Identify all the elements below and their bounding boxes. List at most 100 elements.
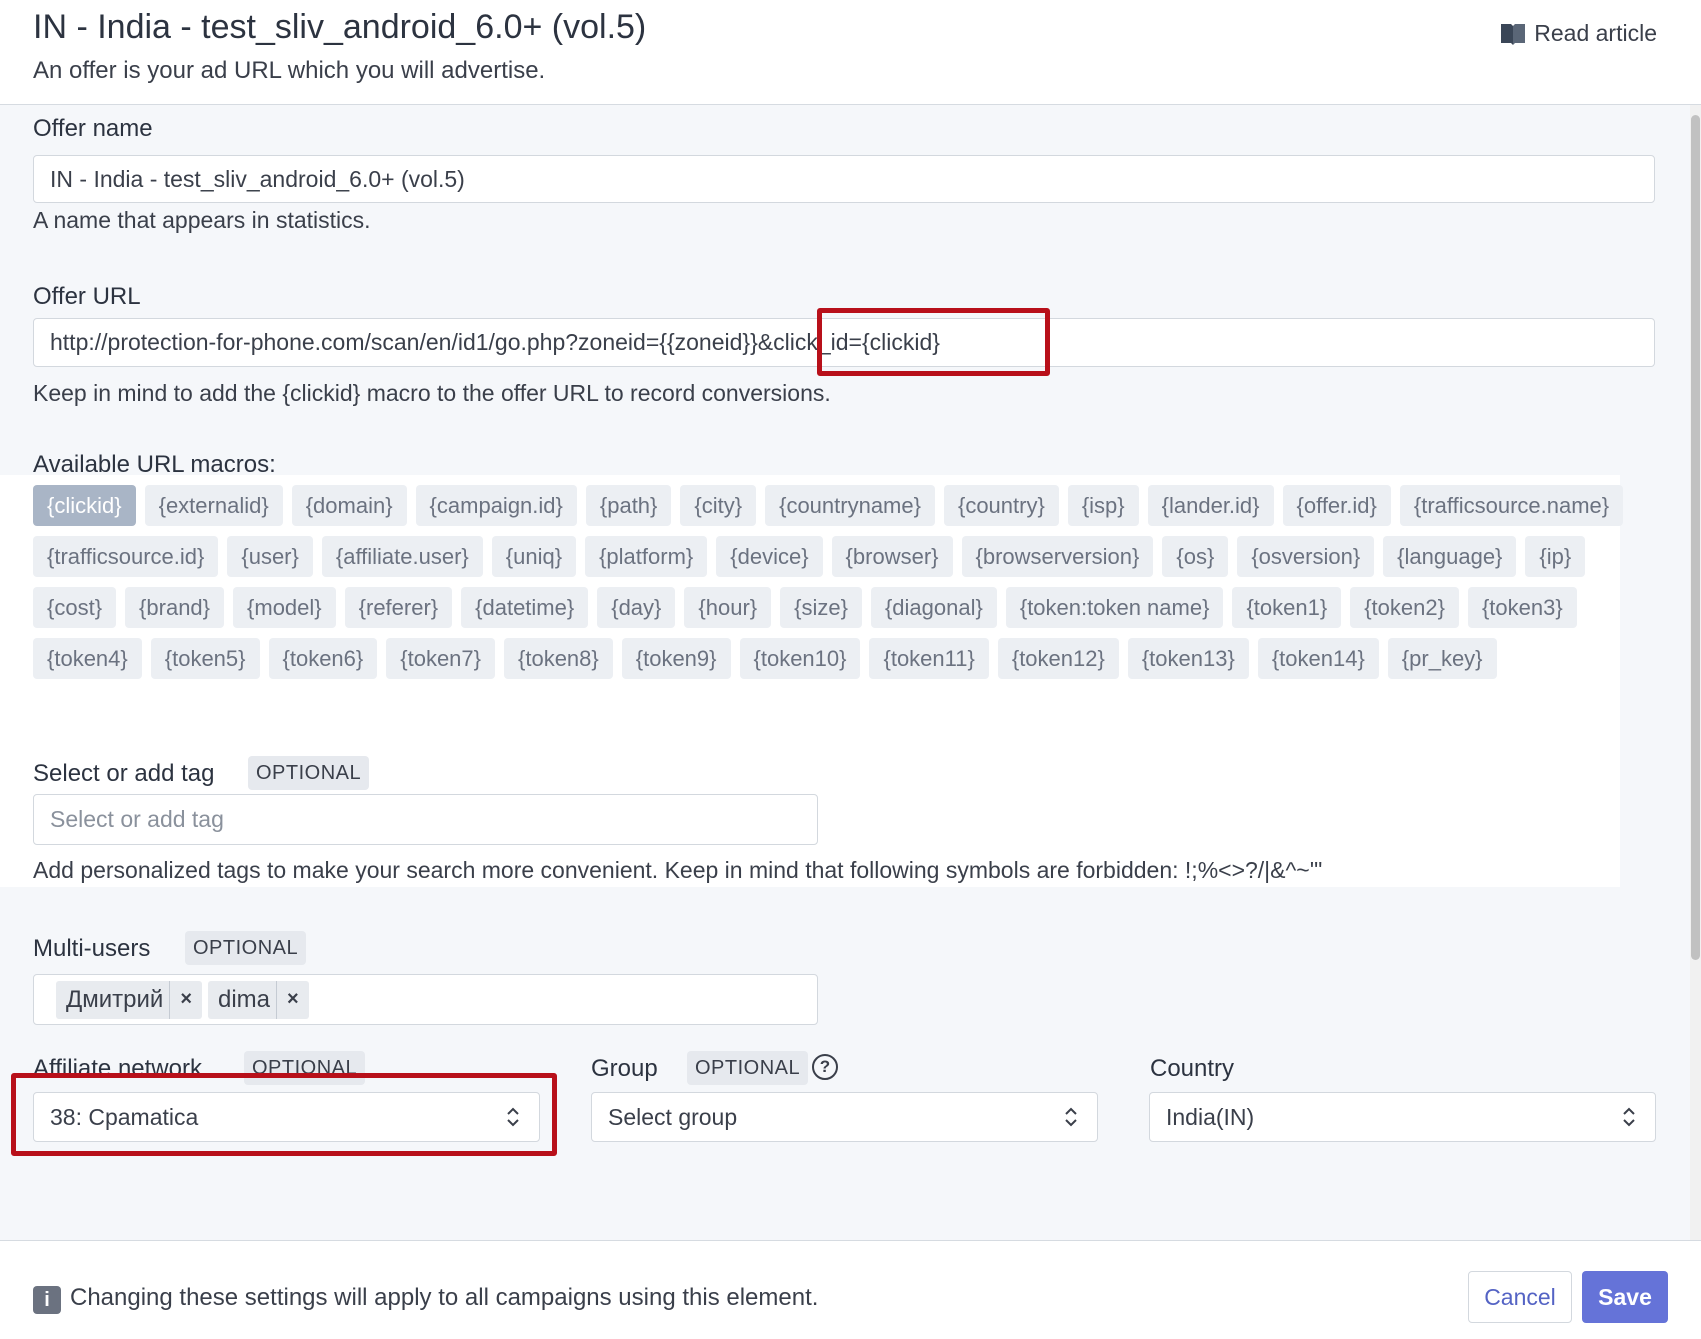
tags-input[interactable]: Select or add tag	[33, 794, 818, 845]
remove-chip-icon[interactable]: ×	[277, 988, 309, 1011]
multi-users-input[interactable]: Дмитрий × dima ×	[33, 974, 818, 1025]
macro-tag[interactable]: {clickid}	[33, 485, 136, 526]
footer-note: Changing these settings will apply to al…	[70, 1284, 819, 1311]
tags-placeholder: Select or add tag	[50, 806, 224, 832]
cancel-button[interactable]: Cancel	[1468, 1271, 1572, 1323]
affiliate-network-value: 38: Cpamatica	[50, 1103, 199, 1130]
macro-tag[interactable]: {path}	[585, 485, 672, 526]
macro-tag[interactable]: {trafficsource.name}	[1399, 485, 1624, 526]
macro-tag[interactable]: {pr_key}	[1387, 638, 1497, 679]
macro-tag[interactable]: {datetime}	[461, 587, 589, 628]
scrollbar-thumb[interactable]	[1691, 115, 1700, 960]
macro-tag[interactable]: {token6}	[268, 638, 378, 679]
macro-tag[interactable]: {affiliate.user}	[321, 536, 483, 577]
macro-tag[interactable]: {lander.id}	[1147, 485, 1274, 526]
multi-users-label: Multi-users	[33, 935, 151, 962]
macro-tag[interactable]: {country}	[943, 485, 1059, 526]
macro-tag[interactable]: {token11}	[869, 638, 989, 679]
info-icon: i	[33, 1286, 61, 1314]
macro-tag[interactable]: {countryname}	[765, 485, 935, 526]
macro-tag[interactable]: {token3}	[1467, 587, 1577, 628]
macro-tag[interactable]: {token8}	[504, 638, 613, 679]
group-select[interactable]: Select group	[591, 1092, 1098, 1142]
macro-tag[interactable]: {size}	[780, 587, 862, 628]
macro-tag[interactable]: {domain}	[291, 485, 407, 526]
user-chip: Дмитрий ×	[56, 980, 202, 1019]
country-label: Country	[1150, 1055, 1235, 1082]
macro-tag[interactable]: {city}	[680, 485, 757, 526]
macro-tag[interactable]: {referer}	[344, 587, 453, 628]
offer-url-help: Keep in mind to add the {clickid} macro …	[33, 380, 831, 406]
macro-tag[interactable]: {token13}	[1127, 638, 1249, 679]
country-select[interactable]: India(IN)	[1149, 1092, 1656, 1142]
offer-name-help: A name that appears in statistics.	[33, 207, 371, 233]
scrollbar[interactable]	[1690, 105, 1701, 1240]
macro-tag[interactable]: {token9}	[621, 638, 731, 679]
macro-tag[interactable]: {token1}	[1232, 587, 1342, 628]
form-body: Offer name IN - India - test_sliv_androi…	[0, 105, 1690, 1240]
remove-chip-icon[interactable]: ×	[170, 988, 202, 1011]
macro-tag[interactable]: {user}	[227, 536, 313, 577]
tags-help: Add personalized tags to make your searc…	[33, 857, 1323, 883]
affiliate-network-label: Affiliate network	[33, 1055, 202, 1082]
macro-tag[interactable]: {os}	[1162, 536, 1229, 577]
group-placeholder: Select group	[608, 1103, 738, 1130]
offer-name-input[interactable]: IN - India - test_sliv_android_6.0+ (vol…	[33, 155, 1655, 203]
macro-tag[interactable]: {token4}	[33, 638, 142, 679]
offer-name-value: IN - India - test_sliv_android_6.0+ (vol…	[50, 165, 465, 192]
affiliate-network-optional-badge: OPTIONAL	[244, 1051, 366, 1085]
macro-tag[interactable]: {offer.id}	[1282, 485, 1391, 526]
macro-tag[interactable]: {device}	[716, 536, 823, 577]
macro-tag[interactable]: {token7}	[386, 638, 495, 679]
country-value: India(IN)	[1166, 1103, 1255, 1130]
macro-tag[interactable]: {language}	[1383, 536, 1517, 577]
macro-tag[interactable]: {browserversion}	[961, 536, 1154, 577]
user-chip-label: Дмитрий	[56, 980, 171, 1019]
modal-footer: i Changing these settings will apply to …	[0, 1240, 1701, 1339]
offer-url-label: Offer URL	[33, 283, 141, 310]
affiliate-network-select[interactable]: 38: Cpamatica	[33, 1092, 540, 1142]
macro-tag[interactable]: {cost}	[33, 587, 117, 628]
group-label: Group	[591, 1055, 658, 1082]
macro-tag[interactable]: {token2}	[1350, 587, 1459, 628]
macro-tag[interactable]: {model}	[233, 587, 336, 628]
read-article-label: Read article	[1534, 20, 1657, 46]
macros-label: Available URL macros:	[33, 451, 276, 478]
macro-tag[interactable]: {token:token name}	[1005, 587, 1224, 628]
macro-tag[interactable]: {trafficsource.id}	[33, 536, 219, 577]
macros-list: {clickid} {externalid} {domain} {campaign.i…	[33, 485, 1633, 689]
select-arrows-icon	[1623, 1107, 1635, 1127]
macro-tag[interactable]: {uniq}	[491, 536, 577, 577]
macro-tag[interactable]: {token12}	[997, 638, 1119, 679]
offer-name-label: Offer name	[33, 115, 153, 142]
user-chip-label: dima	[208, 980, 278, 1019]
macro-tag[interactable]: {ip}	[1525, 536, 1586, 577]
modal-header: IN - India - test_sliv_android_6.0+ (vol…	[0, 0, 1701, 105]
macro-tag[interactable]: {diagonal}	[870, 587, 997, 628]
macro-tag[interactable]: {day}	[597, 587, 676, 628]
offer-url-value-base: http://protection-for-phone.com/scan/en/…	[50, 329, 758, 355]
save-button[interactable]: Save	[1582, 1271, 1668, 1323]
page-subtitle: An offer is your ad URL which you will a…	[33, 57, 546, 84]
book-icon	[1501, 23, 1526, 45]
select-arrows-icon	[507, 1107, 519, 1127]
page-title: IN - India - test_sliv_android_6.0+ (vol…	[33, 8, 647, 46]
macro-tag[interactable]: {osversion}	[1237, 536, 1375, 577]
macro-tag[interactable]: {token5}	[150, 638, 260, 679]
macro-tag[interactable]: {campaign.id}	[415, 485, 577, 526]
macro-tag[interactable]: {brand}	[125, 587, 225, 628]
multi-users-optional-badge: OPTIONAL	[185, 931, 307, 965]
offer-url-input[interactable]: http://protection-for-phone.com/scan/en/…	[33, 318, 1655, 367]
macro-tag[interactable]: {browser}	[831, 536, 953, 577]
macro-tag[interactable]: {externalid}	[144, 485, 283, 526]
macro-tag[interactable]: {hour}	[684, 587, 772, 628]
macro-tag[interactable]: {token14}	[1257, 638, 1379, 679]
user-chip: dima ×	[208, 980, 309, 1019]
help-icon[interactable]: ?	[812, 1054, 838, 1080]
macro-tag[interactable]: {token10}	[739, 638, 861, 679]
macro-tag[interactable]: {isp}	[1067, 485, 1139, 526]
select-arrows-icon	[1065, 1107, 1077, 1127]
tags-label: Select or add tag	[33, 760, 215, 787]
read-article-link[interactable]: Read article	[1500, 20, 1657, 47]
macro-tag[interactable]: {platform}	[585, 536, 708, 577]
